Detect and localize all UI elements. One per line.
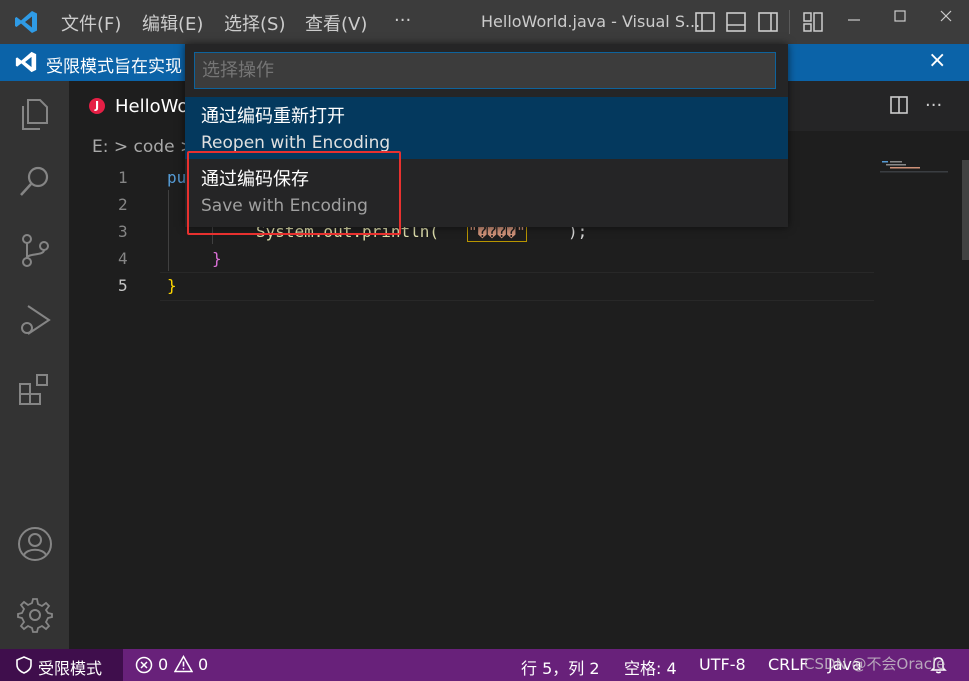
shield-icon [16, 656, 32, 674]
close-icon[interactable] [938, 8, 954, 24]
editor-scrollbar[interactable] [962, 160, 969, 260]
account-icon[interactable] [16, 525, 54, 563]
minimize-icon[interactable] [846, 12, 862, 28]
status-indentation[interactable]: 空格: 4 [624, 655, 677, 679]
menu-file[interactable]: 文件(F) [61, 10, 121, 36]
quick-pick-input[interactable] [194, 52, 776, 89]
status-restricted-label[interactable]: 受限模式 [38, 655, 102, 679]
run-debug-icon[interactable] [16, 301, 54, 339]
status-warning-count[interactable]: 0 [198, 655, 208, 674]
code-keyword: pu [167, 168, 187, 187]
breadcrumb-drive[interactable]: E: [92, 137, 108, 157]
menu-more[interactable]: ··· [394, 10, 411, 31]
vscode-logo-icon [15, 51, 37, 73]
indent-guide [168, 190, 169, 271]
layout-panel-icon[interactable] [725, 11, 747, 33]
line-number: 1 [118, 168, 128, 187]
status-error-count[interactable]: 0 [158, 655, 168, 674]
quick-pick-item-title: 通过编码重新打开 [201, 106, 345, 127]
more-actions-button[interactable]: ··· [925, 95, 942, 116]
warning-icon[interactable] [174, 655, 193, 673]
extensions-icon[interactable] [16, 371, 54, 409]
title-divider [789, 10, 790, 34]
quick-pick-item-subtitle: Reopen with Encoding [201, 133, 391, 153]
split-editor-icon[interactable] [889, 95, 909, 115]
menu-view[interactable]: 查看(V) [305, 10, 367, 36]
current-line-highlight [160, 272, 874, 301]
java-file-icon: J [89, 98, 105, 114]
vscode-logo-icon [15, 11, 37, 33]
tab-label[interactable]: HelloWo [115, 96, 188, 117]
status-eol[interactable]: CRLF [768, 655, 808, 674]
layout-right-icon[interactable] [757, 11, 779, 33]
line-number: 3 [118, 222, 128, 241]
status-encoding[interactable]: UTF-8 [699, 655, 746, 674]
source-control-icon[interactable] [16, 231, 54, 269]
customize-layout-icon[interactable] [802, 11, 824, 33]
layout-sidebar-icon[interactable] [694, 11, 716, 33]
menu-edit[interactable]: 编辑(E) [142, 10, 203, 36]
explorer-icon[interactable] [16, 95, 54, 133]
line-number: 4 [118, 249, 128, 268]
maximize-icon[interactable] [892, 8, 908, 24]
line-number: 2 [118, 195, 128, 214]
code-brace: } [167, 276, 177, 295]
minimap[interactable] [880, 160, 950, 180]
breadcrumb-folder[interactable]: code [134, 137, 175, 157]
code-brace: } [212, 249, 222, 268]
status-cursor-position[interactable]: 行 5，列 2 [521, 655, 600, 679]
annotation-highlight-box [187, 151, 401, 235]
search-icon[interactable] [16, 162, 54, 200]
banner-text[interactable]: 受限模式旨在实现 [46, 52, 182, 77]
menu-selection[interactable]: 选择(S) [224, 10, 285, 36]
line-number: 5 [118, 276, 128, 295]
breadcrumb: E: > code > [92, 137, 194, 157]
error-icon[interactable] [135, 656, 153, 674]
banner-close-button[interactable]: × [928, 48, 946, 73]
watermark: CSDN @不会Oracle [804, 655, 946, 673]
window-title: HelloWorld.java - Visual S... [481, 12, 701, 31]
settings-gear-icon[interactable] [16, 596, 54, 634]
breadcrumb-separator: > [113, 137, 129, 157]
